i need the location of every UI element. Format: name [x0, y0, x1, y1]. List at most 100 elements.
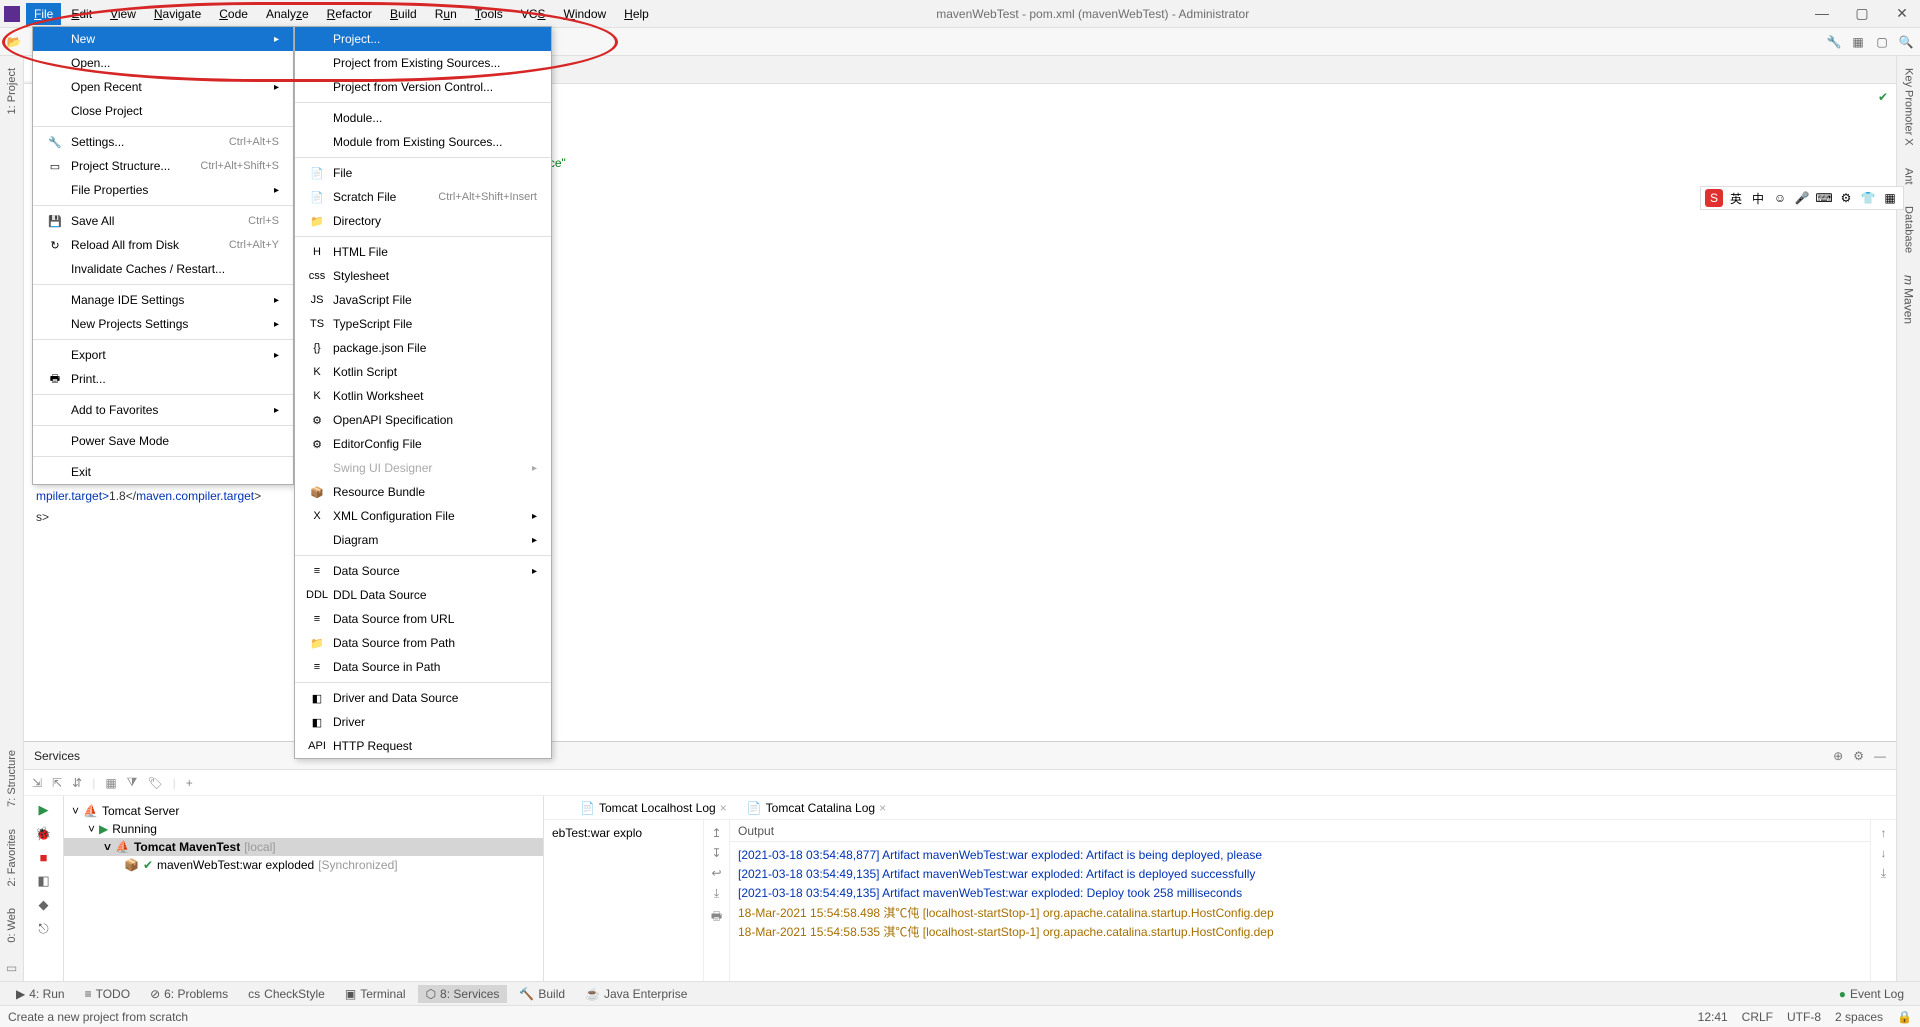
- new-menu-item[interactable]: APIHTTP Request: [295, 734, 551, 758]
- search-icon[interactable]: 🔍: [1898, 34, 1914, 50]
- btab-build[interactable]: 🔨 Build: [511, 985, 573, 1003]
- menu-tools[interactable]: Tools: [467, 3, 511, 25]
- dump-icon[interactable]: ◆: [39, 897, 49, 913]
- ime-icon[interactable]: ⌨: [1815, 189, 1833, 207]
- menu-view[interactable]: View: [102, 3, 144, 25]
- btab-problems[interactable]: ⊘ 6: Problems: [142, 985, 236, 1003]
- file-menu-item[interactable]: Close Project: [33, 99, 293, 123]
- add-icon[interactable]: +: [186, 776, 193, 790]
- file-menu-item[interactable]: Add to Favorites▸: [33, 398, 293, 422]
- ime-icon[interactable]: 🎤: [1793, 189, 1811, 207]
- ime-icon[interactable]: 中: [1749, 189, 1767, 207]
- new-menu-item[interactable]: Project...: [295, 27, 551, 51]
- new-menu-item[interactable]: KKotlin Script: [295, 360, 551, 384]
- chevron-down-icon[interactable]: ˅: [88, 822, 95, 836]
- services-tree[interactable]: ˅ ⛵ Tomcat Server ˅ ▶ Running ˅ ⛵ Tomcat…: [64, 796, 544, 981]
- file-menu-item[interactable]: 🔧Settings...Ctrl+Alt+S: [33, 130, 293, 154]
- file-menu-item[interactable]: ▭Project Structure...Ctrl+Alt+Shift+S: [33, 154, 293, 178]
- tool-structure[interactable]: 7: Structure: [6, 746, 18, 811]
- ime-icon[interactable]: 👕: [1859, 189, 1877, 207]
- status-indent[interactable]: 2 spaces: [1835, 1010, 1883, 1024]
- status-encoding[interactable]: UTF-8: [1787, 1010, 1821, 1024]
- menu-code[interactable]: Code: [211, 3, 256, 25]
- tab-localhost-log[interactable]: 📄 Tomcat Localhost Log ×: [572, 799, 735, 817]
- tool-ant[interactable]: Ant: [1903, 164, 1915, 189]
- up-arrow-icon[interactable]: ↑: [1881, 826, 1887, 840]
- file-menu-item[interactable]: Invalidate Caches / Restart...: [33, 257, 293, 281]
- tab-close-icon[interactable]: ×: [879, 801, 886, 815]
- lock-icon[interactable]: 🔒: [1897, 1010, 1912, 1024]
- menu-vcs[interactable]: VCS: [513, 3, 554, 25]
- ime-icon[interactable]: S: [1705, 189, 1723, 207]
- down-icon[interactable]: ↧: [711, 846, 721, 860]
- new-menu-item[interactable]: DDLDDL Data Source: [295, 583, 551, 607]
- new-menu-item[interactable]: ≡Data Source in Path: [295, 655, 551, 679]
- btab-terminal[interactable]: ▣ Terminal: [337, 985, 414, 1003]
- collapse-icon[interactable]: ▭: [6, 961, 17, 975]
- open-icon[interactable]: 📂: [6, 34, 22, 50]
- new-menu-item[interactable]: Swing UI Designer▸: [295, 456, 551, 480]
- event-log[interactable]: ● Event Log: [1831, 985, 1912, 1003]
- file-menu-item[interactable]: Power Save Mode: [33, 429, 293, 453]
- file-menu-item[interactable]: Open Recent▸: [33, 75, 293, 99]
- filter-icon[interactable]: ⇵: [72, 776, 82, 790]
- pause-icon[interactable]: ◧: [37, 873, 49, 889]
- tool-web[interactable]: 0: Web: [6, 904, 18, 947]
- rerun-icon[interactable]: ▶: [39, 802, 49, 818]
- new-menu-item[interactable]: 📁Directory: [295, 209, 551, 233]
- file-menu-item[interactable]: 💾Save AllCtrl+S: [33, 209, 293, 233]
- menu-file[interactable]: FFileile: [26, 3, 61, 25]
- new-menu-item[interactable]: TSTypeScript File: [295, 312, 551, 336]
- status-caret-pos[interactable]: 12:41: [1698, 1010, 1728, 1024]
- tool-keypromoter[interactable]: Key Promoter X: [1903, 64, 1915, 150]
- menu-refactor[interactable]: Refactor: [319, 3, 380, 25]
- status-eol[interactable]: CRLF: [1742, 1010, 1773, 1024]
- menu-navigate[interactable]: Navigate: [146, 3, 209, 25]
- new-menu-item[interactable]: ⚙OpenAPI Specification: [295, 408, 551, 432]
- tab-server[interactable]: Server: [552, 806, 568, 810]
- new-menu-item[interactable]: 📄File: [295, 161, 551, 185]
- btab-todo[interactable]: ≡ TODO: [77, 985, 138, 1003]
- wrap-icon[interactable]: ↩: [711, 866, 721, 880]
- tool-project[interactable]: 1: Project: [6, 64, 18, 118]
- to-bottom-icon[interactable]: ⤓: [1881, 866, 1886, 881]
- chevron-down-icon[interactable]: ˅: [104, 840, 111, 854]
- scroll-icon[interactable]: ⤓: [714, 886, 719, 901]
- output-log[interactable]: [2021-03-18 03:54:48,877] Artifact maven…: [730, 842, 1870, 981]
- run-config-icon[interactable]: ▦: [1850, 34, 1866, 50]
- settings-icon[interactable]: ⊕: [1833, 749, 1843, 763]
- new-menu-item[interactable]: Diagram▸: [295, 528, 551, 552]
- new-menu-item[interactable]: ≡Data Source from URL: [295, 607, 551, 631]
- expand-icon[interactable]: ⇲: [32, 776, 42, 790]
- minimize-icon[interactable]: —: [1808, 5, 1836, 22]
- print-icon[interactable]: 🖶: [711, 907, 722, 928]
- file-menu-item[interactable]: Export▸: [33, 343, 293, 367]
- close-icon[interactable]: ✕: [1888, 5, 1916, 22]
- new-menu-item[interactable]: 📦Resource Bundle: [295, 480, 551, 504]
- ime-icon[interactable]: ▦: [1881, 189, 1899, 207]
- new-menu-item[interactable]: {}package.json File: [295, 336, 551, 360]
- group-icon[interactable]: ▦: [105, 776, 116, 790]
- tag-icon[interactable]: 🏷: [147, 776, 162, 790]
- btab-run[interactable]: ▶ 4: Run: [8, 985, 73, 1003]
- menu-analyze[interactable]: Analyze: [258, 3, 317, 25]
- file-menu-item[interactable]: File Properties▸: [33, 178, 293, 202]
- new-menu-item[interactable]: 📁Data Source from Path: [295, 631, 551, 655]
- menu-run[interactable]: Run: [427, 3, 465, 25]
- file-menu-item[interactable]: Open...: [33, 51, 293, 75]
- btab-checkstyle[interactable]: cs CheckStyle: [240, 985, 333, 1003]
- btab-javaee[interactable]: ☕ Java Enterprise: [577, 985, 695, 1003]
- new-menu-item[interactable]: XXML Configuration File▸: [295, 504, 551, 528]
- file-menu-item[interactable]: Manage IDE Settings▸: [33, 288, 293, 312]
- file-menu-item[interactable]: New▸: [33, 27, 293, 51]
- stop-icon[interactable]: ■: [40, 850, 48, 865]
- tool-maven[interactable]: m Maven: [1902, 271, 1916, 328]
- gear-icon[interactable]: ⚙: [1853, 749, 1864, 763]
- tool-database[interactable]: Database: [1903, 202, 1915, 257]
- tab-close-icon[interactable]: ×: [720, 801, 727, 815]
- up-icon[interactable]: ↥: [711, 826, 721, 840]
- down-arrow-icon[interactable]: ↓: [1881, 846, 1887, 860]
- new-menu-item[interactable]: cssStylesheet: [295, 264, 551, 288]
- new-menu-item[interactable]: KKotlin Worksheet: [295, 384, 551, 408]
- tool-favorites[interactable]: 2: Favorites: [6, 825, 18, 890]
